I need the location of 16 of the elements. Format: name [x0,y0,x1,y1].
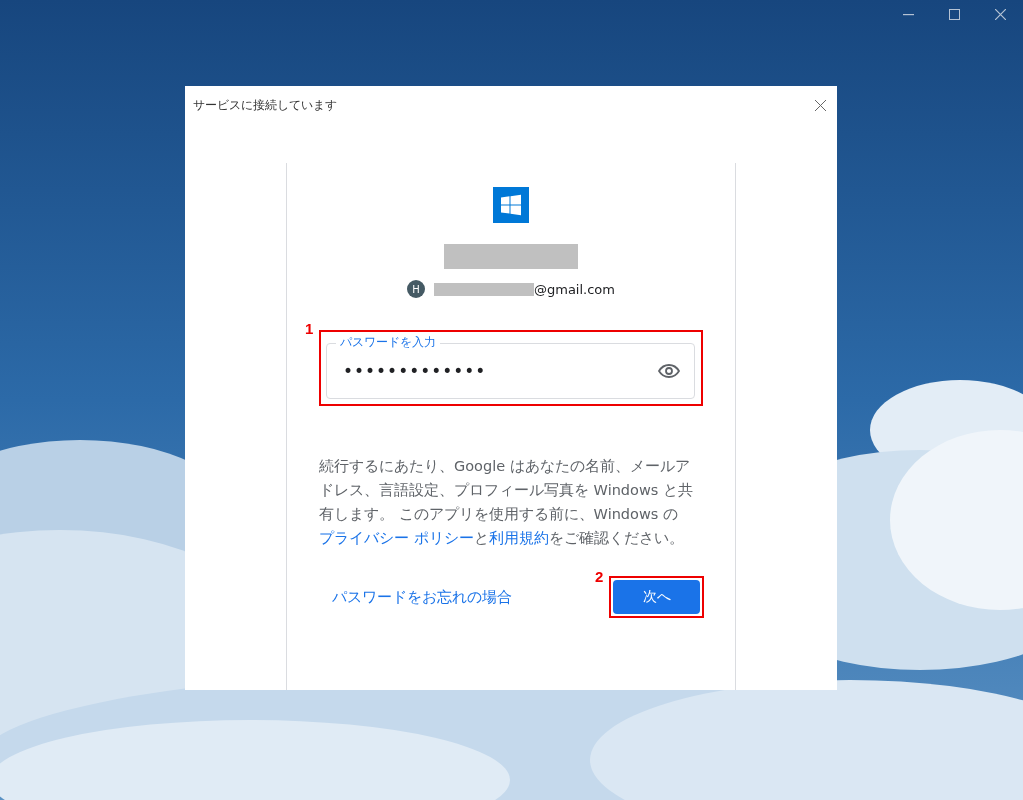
window-title: サービスに接続しています [193,96,337,114]
policy-link[interactable]: 利用規約 [488,530,549,546]
annotation-number: 1 [305,320,314,337]
minimize-icon[interactable] [903,13,914,16]
consent-text: 続行するにあたり、Google はあなたの名前、メールアドレス、言語設定、プロフィール写真を Windows と共有します。 このアプリを使用する前に、Windows の プライバシー ポリシー と 利用規約 をご確認ください。 [318,457,694,548]
next-button[interactable]: 次へ [613,580,700,614]
annotation-number: 2 [595,568,604,585]
policy-link[interactable]: プライバシー ポリシー [319,530,474,546]
avatar: H [407,280,425,298]
eye-icon[interactable] [658,364,680,378]
maximize-icon[interactable] [949,9,960,20]
forgot-password-link[interactable]: パスワードをお忘れの場合 [332,587,512,607]
windows-logo-icon [493,187,529,223]
close-icon[interactable] [995,9,1006,20]
close-icon[interactable] [815,99,826,111]
email-domain: @gmail.com [534,281,615,297]
